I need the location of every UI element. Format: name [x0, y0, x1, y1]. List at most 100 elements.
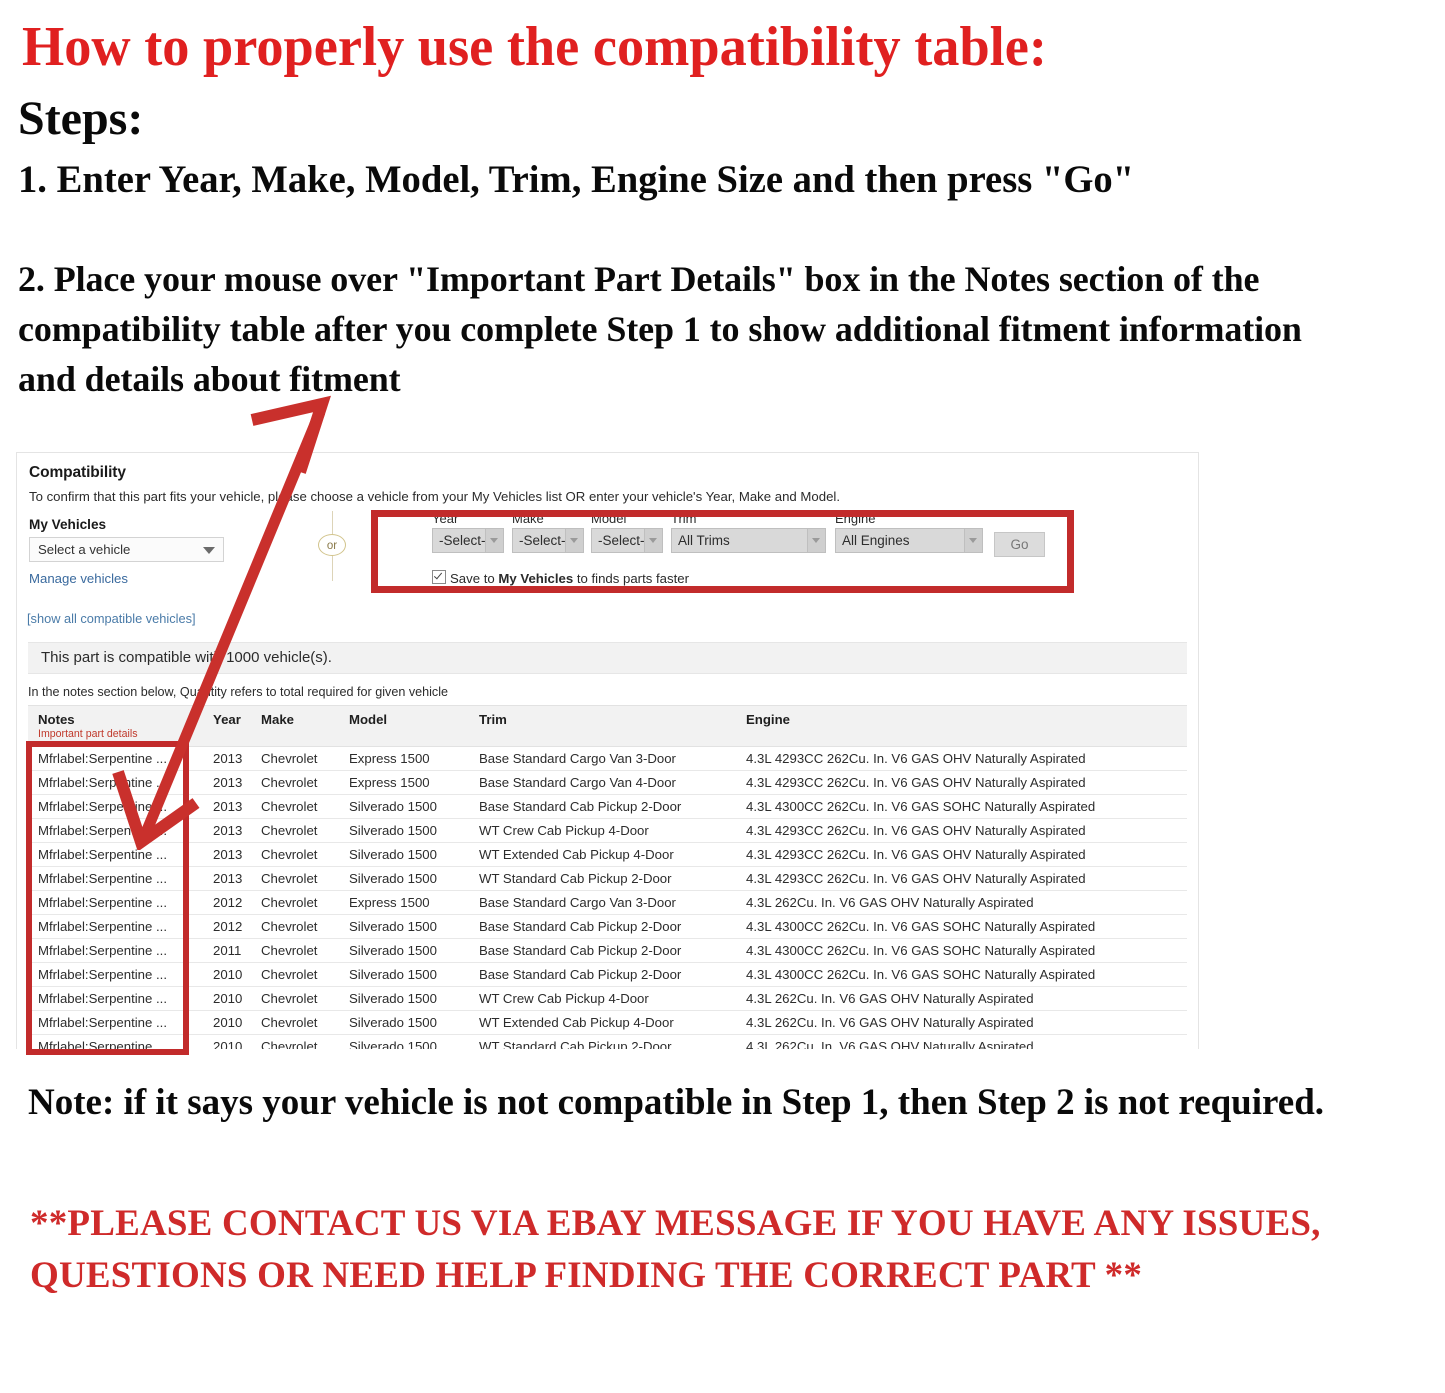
cell-engine: 4.3L 262Cu. In. V6 GAS OHV Naturally Asp…	[736, 1034, 1187, 1049]
table-row[interactable]: Mfrlabel:Serpentine ... 2011 Chevrolet Silv…	[28, 938, 1187, 963]
cell-trim: WT Standard Cab Pickup 2-Door	[469, 1034, 736, 1049]
make-field: Make -Select-	[512, 511, 584, 553]
table-row[interactable]: Mfrlabel:Serpentine ... 2013 Chevrolet Silv…	[28, 842, 1187, 867]
save-to-my-vehicles-row[interactable]: Save to My Vehicles to finds parts faste…	[432, 570, 689, 586]
cell-model: Silverado 1500	[339, 842, 469, 867]
cell-make: Chevrolet	[251, 842, 339, 867]
cell-model: Express 1500	[339, 770, 469, 795]
chevron-down-icon	[964, 529, 982, 552]
cell-engine: 4.3L 4300CC 262Cu. In. V6 GAS SOHC Natur…	[736, 914, 1187, 939]
save-to-my-vehicles-checkbox[interactable]	[432, 570, 446, 584]
model-select[interactable]: -Select-	[591, 528, 663, 553]
cell-make: Chevrolet	[251, 938, 339, 963]
cell-trim: WT Crew Cab Pickup 4-Door	[469, 818, 736, 843]
column-header-notes[interactable]: Notes Important part details	[28, 705, 203, 747]
table-row[interactable]: Mfrlabel:Serpentine ... 2013 Chevrolet Silv…	[28, 866, 1187, 891]
cell-engine: 4.3L 4293CC 262Cu. In. V6 GAS OHV Natura…	[736, 842, 1187, 867]
engine-label: Engine	[835, 511, 876, 526]
compatibility-heading: Compatibility	[29, 464, 126, 481]
table-row[interactable]: Mfrlabel:Serpentine ... 2010 Chevrolet Silv…	[28, 986, 1187, 1011]
trim-field: Trim All Trims	[671, 511, 826, 553]
important-part-details-label: Important part details	[38, 728, 138, 740]
vehicle-select[interactable]: Select a vehicle	[29, 537, 224, 562]
manage-vehicles-link[interactable]: Manage vehicles	[29, 571, 128, 586]
contact-us-message: **PLEASE CONTACT US VIA EBAY MESSAGE IF …	[30, 1203, 1321, 1296]
table-row[interactable]: Mfrlabel:Serpentine ... 2013 Chevrolet Expr…	[28, 746, 1187, 771]
cell-trim: WT Crew Cab Pickup 4-Door	[469, 986, 736, 1011]
model-label: Model	[591, 511, 627, 526]
cell-engine: 4.3L 4293CC 262Cu. In. V6 GAS OHV Natura…	[736, 818, 1187, 843]
trim-label: Trim	[671, 511, 697, 526]
compatibility-count-banner: This part is compatible with 1000 vehicl…	[28, 642, 1187, 674]
save-text-after: to finds parts faster	[573, 571, 689, 586]
make-select[interactable]: -Select-	[512, 528, 584, 553]
cell-model: Silverado 1500	[339, 1034, 469, 1049]
cell-trim: WT Extended Cab Pickup 4-Door	[469, 842, 736, 867]
notes-header-label: Notes	[38, 712, 75, 727]
compatibility-panel: Compatibility To confirm that this part …	[16, 452, 1199, 1049]
trim-select-value: All Trims	[678, 533, 730, 548]
cell-trim: Base Standard Cab Pickup 2-Door	[469, 794, 736, 819]
cell-notes: Mfrlabel:Serpentine ...	[28, 794, 203, 819]
chevron-down-icon	[644, 529, 662, 552]
go-button[interactable]: Go	[994, 532, 1045, 557]
cell-trim: WT Standard Cab Pickup 2-Door	[469, 866, 736, 891]
cell-year: 2013	[203, 866, 251, 891]
engine-field: Engine All Engines	[835, 511, 983, 553]
cell-make: Chevrolet	[251, 818, 339, 843]
show-all-compatible-vehicles-link[interactable]: [show all compatible vehicles]	[27, 611, 196, 626]
cell-engine: 4.3L 4293CC 262Cu. In. V6 GAS OHV Natura…	[736, 746, 1187, 771]
compatibility-subtitle: To confirm that this part fits your vehi…	[29, 489, 840, 504]
table-row[interactable]: Mfrlabel:Serpentine ... 2013 Chevrolet Silv…	[28, 818, 1187, 843]
column-header-trim[interactable]: Trim	[469, 705, 736, 747]
step-2-instruction: 2. Place your mouse over "Important Part…	[18, 259, 1302, 399]
table-row[interactable]: Mfrlabel:Serpentine ... 2010 Chevrolet Silv…	[28, 962, 1187, 987]
engine-select[interactable]: All Engines	[835, 528, 983, 553]
cell-year: 2010	[203, 1010, 251, 1035]
cell-notes: Mfrlabel:Serpentine ...	[28, 890, 203, 915]
cell-make: Chevrolet	[251, 866, 339, 891]
column-header-year[interactable]: Year	[203, 705, 251, 747]
table-row[interactable]: Mfrlabel:Serpentine ... 2010 Chevrolet Silv…	[28, 1010, 1187, 1035]
cell-trim: WT Extended Cab Pickup 4-Door	[469, 1010, 736, 1035]
cell-make: Chevrolet	[251, 794, 339, 819]
table-row[interactable]: Mfrlabel:Serpentine ... 2010 Chevrolet Silv…	[28, 1034, 1187, 1049]
table-header-row: Notes Important part details Year Make M…	[28, 705, 1187, 747]
table-row[interactable]: Mfrlabel:Serpentine ... 2012 Chevrolet Expr…	[28, 890, 1187, 915]
cell-model: Silverado 1500	[339, 986, 469, 1011]
model-field: Model -Select-	[591, 511, 663, 553]
year-select[interactable]: -Select-	[432, 528, 504, 553]
table-row[interactable]: Mfrlabel:Serpentine ... 2012 Chevrolet Silv…	[28, 914, 1187, 939]
cell-make: Chevrolet	[251, 986, 339, 1011]
cell-notes: Mfrlabel:Serpentine ...	[28, 842, 203, 867]
cell-engine: 4.3L 4293CC 262Cu. In. V6 GAS OHV Natura…	[736, 866, 1187, 891]
column-header-model[interactable]: Model	[339, 705, 469, 747]
column-header-engine[interactable]: Engine	[736, 705, 1187, 747]
cell-notes: Mfrlabel:Serpentine ...	[28, 962, 203, 987]
steps-label: Steps:	[18, 92, 144, 145]
cell-year: 2013	[203, 818, 251, 843]
column-header-make[interactable]: Make	[251, 705, 339, 747]
table-row[interactable]: Mfrlabel:Serpentine ... 2013 Chevrolet Silv…	[28, 794, 1187, 819]
cell-trim: Base Standard Cargo Van 3-Door	[469, 890, 736, 915]
year-field: Year -Select-	[432, 511, 504, 553]
model-select-value: -Select-	[598, 533, 645, 548]
save-text-before: Save to	[450, 571, 499, 586]
fitment-table-body: Mfrlabel:Serpentine ... 2013 Chevrolet Expr…	[28, 746, 1187, 1049]
cell-make: Chevrolet	[251, 1010, 339, 1035]
table-row[interactable]: Mfrlabel:Serpentine ... 2013 Chevrolet Expr…	[28, 770, 1187, 795]
cell-notes: Mfrlabel:Serpentine ...	[28, 914, 203, 939]
cell-notes: Mfrlabel:Serpentine ...	[28, 818, 203, 843]
bottom-note: Note: if it says your vehicle is not com…	[28, 1082, 1325, 1123]
cell-trim: Base Standard Cab Pickup 2-Door	[469, 962, 736, 987]
fitment-table: Notes Important part details Year Make M…	[28, 705, 1187, 1049]
cell-year: 2013	[203, 842, 251, 867]
page-title: How to properly use the compatibility ta…	[22, 16, 1047, 78]
cell-notes: Mfrlabel:Serpentine ...	[28, 770, 203, 795]
cell-notes: Mfrlabel:Serpentine ...	[28, 746, 203, 771]
make-label: Make	[512, 511, 544, 526]
cell-make: Chevrolet	[251, 890, 339, 915]
trim-select[interactable]: All Trims	[671, 528, 826, 553]
cell-year: 2010	[203, 986, 251, 1011]
cell-trim: Base Standard Cargo Van 3-Door	[469, 746, 736, 771]
